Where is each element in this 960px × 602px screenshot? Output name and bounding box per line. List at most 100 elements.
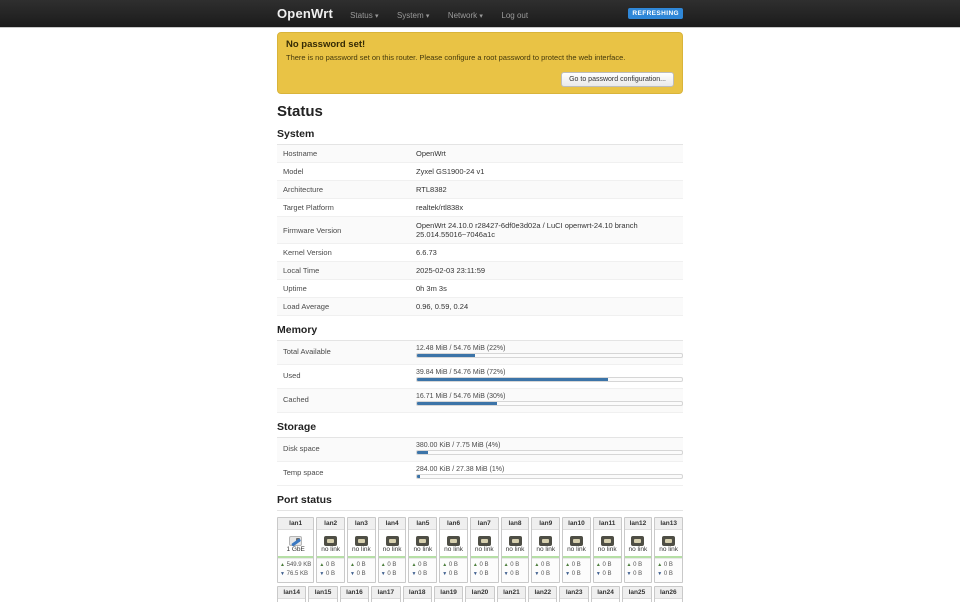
progress-bar bbox=[416, 474, 683, 479]
rx-bytes: 76.5 KB bbox=[286, 571, 308, 577]
tx-arrow-icon: ▲ bbox=[626, 562, 632, 568]
rx-line: ▼ 0 B bbox=[565, 570, 588, 579]
port-cell: lan25 1 GbE ▲ 0 B ▼ 0 B bbox=[622, 586, 652, 602]
tx-line: ▲ 0 B bbox=[319, 561, 342, 570]
row-label: Disk space bbox=[283, 444, 320, 453]
port-cell: lan6 no link ▲ 0 B ▼ 0 B bbox=[439, 517, 468, 583]
row-label: Model bbox=[283, 167, 304, 176]
rx-line: ▼ 0 B bbox=[411, 570, 434, 579]
port-name: lan18 bbox=[403, 587, 431, 599]
port-traffic-stats: ▲ 0 B ▼ 0 B bbox=[593, 558, 621, 582]
port-name: lan4 bbox=[378, 518, 406, 530]
tx-bytes: 0 B bbox=[571, 562, 581, 568]
rx-bytes: 0 B bbox=[510, 571, 520, 577]
row-label: Total Available bbox=[283, 347, 331, 356]
port-name: lan23 bbox=[560, 587, 588, 599]
progress-bar bbox=[416, 353, 683, 358]
rx-arrow-icon: ▼ bbox=[503, 571, 509, 577]
tx-arrow-icon: ▲ bbox=[565, 562, 571, 568]
port-cell: lan20 no link ▲ 0 B ▼ 0 B bbox=[465, 586, 495, 602]
tx-arrow-icon: ▲ bbox=[280, 562, 285, 568]
tx-line: ▲ 0 B bbox=[627, 561, 650, 570]
tx-bytes: 0 B bbox=[479, 562, 489, 568]
port-traffic-stats: ▲ 0 B ▼ 0 B bbox=[501, 558, 529, 582]
tx-arrow-icon: ▲ bbox=[657, 562, 663, 568]
rx-arrow-icon: ▼ bbox=[350, 571, 355, 577]
tx-bytes: 549.9 KB bbox=[286, 562, 312, 568]
nav-menu-item[interactable]: Status ▾ bbox=[343, 11, 385, 20]
rx-bytes: 0 B bbox=[325, 571, 335, 577]
row-label: Hostname bbox=[283, 149, 318, 158]
port-cell: lan13 no link ▲ 0 B ▼ 0 B bbox=[654, 517, 683, 583]
tx-line: ▲ 0 B bbox=[534, 561, 557, 570]
port-name: lan14 bbox=[278, 587, 306, 599]
alert-message: There is no password set on this router.… bbox=[286, 53, 626, 62]
row-label: Used bbox=[283, 371, 301, 380]
rx-bytes: 0 B bbox=[571, 571, 581, 577]
tx-bytes: 0 B bbox=[448, 562, 458, 568]
row-label: Temp space bbox=[283, 468, 324, 477]
chevron-down-icon: ▾ bbox=[479, 12, 483, 20]
port-cell: lan18 no link ▲ 0 B ▼ 0 B bbox=[402, 586, 432, 602]
rx-arrow-icon: ▼ bbox=[534, 571, 540, 577]
port-cell: lan9 no link ▲ 0 B ▼ 0 B bbox=[531, 517, 561, 583]
tx-arrow-icon: ▲ bbox=[380, 562, 386, 568]
progress-cell: 16.71 MiB / 54.76 MiB (30%) bbox=[416, 389, 683, 412]
port-name: lan15 bbox=[309, 587, 337, 599]
port-cell: lan21 no link ▲ 0 B ▼ 0 B bbox=[496, 586, 527, 602]
port-cell: lan16 no link ▲ 0 B ▼ 0 B bbox=[339, 586, 370, 602]
tx-line: ▲ 0 B bbox=[350, 561, 373, 570]
row-value: Zyxel GS1900-24 v1 bbox=[416, 167, 485, 176]
table-row: Total Available 12.48 MiB / 54.76 MiB (2… bbox=[277, 341, 683, 365]
row-value: RTL8382 bbox=[416, 185, 447, 194]
port-name: lan13 bbox=[655, 518, 682, 530]
port-link-status: 1 GbE bbox=[286, 546, 305, 553]
port-traffic-stats: ▲ 0 B ▼ 0 B bbox=[409, 558, 437, 582]
table-row: Architecture RTL8382 bbox=[277, 181, 683, 199]
port-traffic-stats: ▲ 0 B ▼ 0 B bbox=[563, 558, 590, 582]
port-status-section-heading: Port status bbox=[277, 494, 683, 511]
table-row: Load Average 0.96, 0.59, 0.24 bbox=[277, 298, 683, 316]
rx-arrow-icon: ▼ bbox=[280, 571, 285, 577]
rx-arrow-icon: ▼ bbox=[595, 571, 601, 577]
port-cell: lan1 1 GbE ▲ 549.9 KB ▼ 76.5 KB bbox=[277, 517, 315, 583]
port-link-status: no link bbox=[567, 546, 586, 553]
row-value: OpenWrt bbox=[416, 149, 446, 158]
nav-menu-item[interactable]: Network ▾ bbox=[441, 11, 490, 20]
tx-line: ▲ 0 B bbox=[411, 561, 434, 570]
go-to-password-configuration-button[interactable]: Go to password configuration... bbox=[561, 72, 674, 87]
ethernet-port-icon bbox=[447, 536, 461, 546]
rx-line: ▼ 0 B bbox=[473, 570, 496, 579]
tx-bytes: 0 B bbox=[541, 562, 551, 568]
rx-bytes: 0 B bbox=[663, 571, 673, 577]
port-cell: lan3 no link ▲ 0 B ▼ 0 B bbox=[347, 517, 376, 583]
nav-menu-item[interactable]: Log out bbox=[494, 11, 535, 20]
port-name: lan26 bbox=[654, 587, 682, 599]
rx-bytes: 0 B bbox=[418, 571, 428, 577]
nav-menu-item[interactable]: System ▾ bbox=[390, 11, 436, 20]
progress-bar-fill bbox=[417, 451, 428, 454]
rx-line: ▼ 0 B bbox=[442, 570, 465, 579]
openwrt-logo[interactable]: OpenWrt bbox=[277, 6, 333, 21]
row-label: Kernel Version bbox=[283, 248, 332, 257]
progress-bar-fill bbox=[417, 402, 497, 405]
system-section-heading: System bbox=[277, 128, 683, 145]
progress-cell: 39.84 MiB / 54.76 MiB (72%) bbox=[416, 365, 683, 388]
tx-bytes: 0 B bbox=[633, 562, 643, 568]
port-cell: lan5 no link ▲ 0 B ▼ 0 B bbox=[408, 517, 438, 583]
tx-arrow-icon: ▲ bbox=[442, 562, 448, 568]
port-name: lan20 bbox=[466, 587, 494, 599]
rx-line: ▼ 0 B bbox=[627, 570, 650, 579]
tx-line: ▲ 549.9 KB bbox=[280, 561, 311, 570]
port-name: lan11 bbox=[593, 518, 621, 530]
refreshing-badge[interactable]: REFRESHING bbox=[628, 8, 683, 19]
port-traffic-stats: ▲ 0 B ▼ 0 B bbox=[440, 558, 467, 582]
tx-bytes: 0 B bbox=[602, 562, 612, 568]
row-label: Architecture bbox=[283, 185, 324, 194]
table-row: Target Platform realtek/rtl838x bbox=[277, 199, 683, 217]
ethernet-port-icon bbox=[324, 536, 338, 546]
rx-bytes: 0 B bbox=[633, 571, 643, 577]
rx-arrow-icon: ▼ bbox=[411, 571, 417, 577]
port-cell: lan22 no link ▲ 0 B ▼ 0 B bbox=[528, 586, 558, 602]
port-traffic-stats: ▲ 0 B ▼ 0 B bbox=[348, 558, 375, 582]
